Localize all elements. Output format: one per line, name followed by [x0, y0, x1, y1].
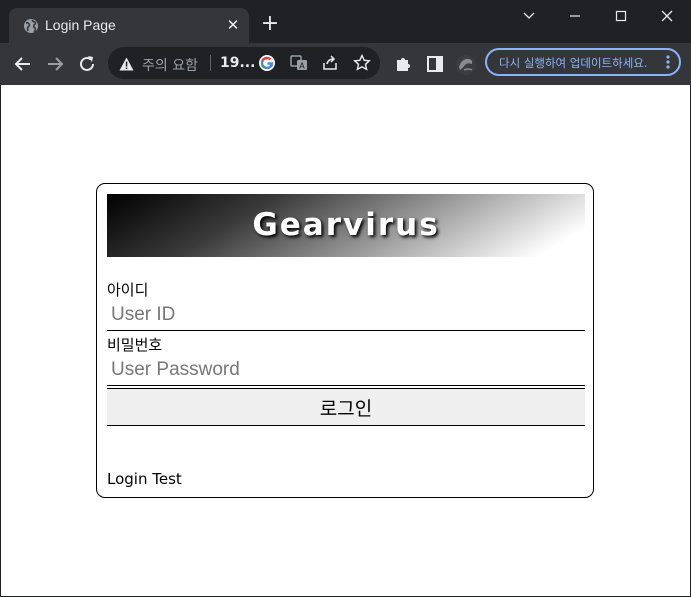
- security-warning-text[interactable]: 주의 요함: [142, 55, 198, 75]
- back-arrow-icon[interactable]: [12, 53, 34, 75]
- star-icon[interactable]: [353, 53, 371, 72]
- chevron-down-icon[interactable]: [518, 6, 540, 26]
- user-id-label: 아이디: [107, 281, 149, 299]
- new-tab-button[interactable]: +: [259, 13, 281, 36]
- minimize-icon[interactable]: [564, 6, 586, 26]
- extensions-icon[interactable]: [393, 54, 413, 74]
- more-vert-icon[interactable]: [665, 54, 671, 70]
- browser-tab[interactable]: Login Page ✕: [9, 8, 249, 43]
- address-url[interactable]: 19...: [220, 55, 255, 71]
- warning-icon[interactable]: [119, 56, 134, 71]
- password-label: 비밀번호: [107, 336, 163, 354]
- globe-icon: [23, 18, 39, 34]
- svg-text:A: A: [299, 62, 305, 71]
- close-icon[interactable]: ✕: [225, 17, 241, 33]
- password-input[interactable]: [107, 354, 585, 386]
- profile-avatar-icon[interactable]: [455, 54, 476, 75]
- browser-title-bar: Login Page ✕ +: [0, 0, 691, 43]
- side-panel-icon[interactable]: [425, 54, 445, 74]
- share-icon[interactable]: [321, 54, 339, 72]
- translate-icon[interactable]: A: [290, 54, 308, 72]
- tab-title: Login Page: [45, 17, 116, 33]
- brand-banner: Gearvirus: [107, 194, 585, 257]
- browser-toolbar: 주의 요함 19... A 다시 실행하여 업데이트하세요.: [0, 43, 691, 85]
- forward-arrow-icon[interactable]: [44, 53, 66, 75]
- window-close-icon[interactable]: [656, 6, 678, 26]
- login-form: Gearvirus 아이디 비밀번호 로그인 Login Test: [96, 183, 594, 498]
- user-id-input[interactable]: [107, 299, 585, 331]
- footer-text: Login Test: [107, 470, 182, 488]
- login-button[interactable]: 로그인: [107, 388, 585, 426]
- reload-icon[interactable]: [76, 53, 98, 75]
- update-restart-label: 다시 실행하여 업데이트하세요.: [499, 56, 648, 70]
- address-bar[interactable]: 주의 요함 19... A: [108, 47, 380, 79]
- brand-title: Gearvirus: [252, 207, 440, 243]
- maximize-icon[interactable]: [610, 6, 632, 26]
- update-restart-button[interactable]: 다시 실행하여 업데이트하세요.: [485, 48, 681, 76]
- google-icon[interactable]: [258, 54, 276, 72]
- page-viewport: Gearvirus 아이디 비밀번호 로그인 Login Test: [1, 85, 690, 596]
- address-separator: [210, 55, 211, 71]
